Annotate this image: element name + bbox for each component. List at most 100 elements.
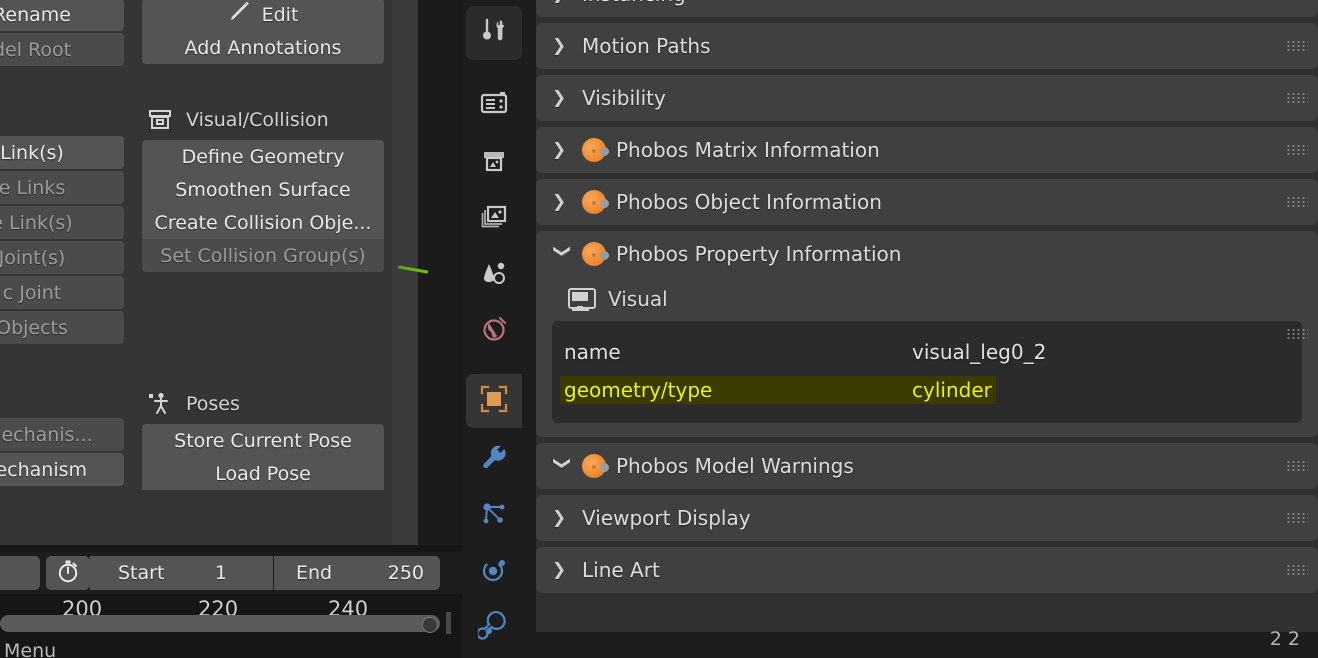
table-row[interactable]: geometry/type cylinder xyxy=(560,371,1294,409)
submechanism-button[interactable]: omechanis... xyxy=(0,418,124,451)
sidebar-item-view-layer[interactable] xyxy=(466,192,522,246)
menu-label[interactable]: Menu xyxy=(4,640,56,658)
table-row[interactable]: name visual_leg0_2 xyxy=(560,333,1294,371)
frame-end-field[interactable]: End 250 xyxy=(274,556,440,590)
panel-viewport-display-header[interactable]: ❯ Viewport Display xyxy=(536,495,1318,541)
panel-drag-grip[interactable] xyxy=(1286,328,1308,340)
panel-visibility-header[interactable]: ❯ Visibility xyxy=(536,75,1318,121)
panel-drag-grip[interactable] xyxy=(1286,564,1308,576)
phobos-moon-icon xyxy=(582,138,609,162)
sidebar-item-physics[interactable] xyxy=(466,545,522,599)
panel-viewport-display-title: Viewport Display xyxy=(582,506,751,530)
sidebar-item-tool[interactable] xyxy=(466,6,522,60)
pose-figure-icon xyxy=(144,391,176,417)
frame-start-label: Start xyxy=(118,562,165,584)
panel-drag-grip[interactable] xyxy=(1286,512,1308,524)
phobos-tool-panel: Rename del Root atics Link(s) e Links e … xyxy=(0,0,392,545)
store-current-pose-button[interactable]: Store Current Pose xyxy=(142,424,384,457)
chevron-right-icon: ❯ xyxy=(552,560,567,580)
smoothen-surface-button[interactable]: Smoothen Surface xyxy=(142,173,384,206)
stopwatch-icon xyxy=(55,558,81,589)
chevron-down-icon: ❯ xyxy=(552,244,572,259)
panel-phobos-object-information[interactable]: ❯ Phobos Object Information xyxy=(536,179,1318,225)
poses-group-label: Poses xyxy=(186,393,240,415)
panel-phobos-object-information-header[interactable]: ❯ Phobos Object Information xyxy=(536,179,1318,225)
sidebar-item-output[interactable] xyxy=(466,136,522,190)
property-value: cylinder xyxy=(908,376,996,404)
property-key: geometry/type xyxy=(560,376,908,404)
define-geometry-button[interactable]: Define Geometry xyxy=(142,140,384,173)
viewport-shading-strip xyxy=(392,0,418,545)
panel-motion-paths[interactable]: ❯ Motion Paths xyxy=(536,23,1318,69)
visual-section-label: Visual xyxy=(608,287,668,311)
panel-phobos-matrix-information-header[interactable]: ❯ Phobos Matrix Information xyxy=(536,127,1318,173)
panel-phobos-property-information[interactable]: ❯ Phobos Property Information Visual nam… xyxy=(536,231,1318,437)
chevron-right-icon: ❯ xyxy=(552,88,567,108)
set-collision-groups-button[interactable]: Set Collision Group(s) xyxy=(142,239,384,272)
panel-drag-grip[interactable] xyxy=(1286,144,1308,156)
chevron-right-icon: ❯ xyxy=(552,192,567,212)
timeline-horizontal-scrollbar[interactable] xyxy=(0,615,440,632)
dynamic-joint-button[interactable]: c Joint xyxy=(0,276,124,309)
sidebar-item-world[interactable] xyxy=(466,304,522,358)
load-pose-button[interactable]: Load Pose xyxy=(142,457,384,490)
auto-keying-toggle[interactable] xyxy=(46,556,90,590)
panel-line-art-title: Line Art xyxy=(582,558,660,582)
panel-drag-grip[interactable] xyxy=(1286,460,1308,472)
mechanism-button[interactable]: mechanism xyxy=(0,453,124,486)
panel-phobos-matrix-information[interactable]: ❯ Phobos Matrix Information xyxy=(536,127,1318,173)
panel-drag-grip[interactable] xyxy=(1286,196,1308,208)
add-annotations-button[interactable]: Add Annotations xyxy=(142,31,384,64)
sidebar-item-render[interactable] xyxy=(466,78,522,132)
phobos-panel-column-left: Rename del Root atics Link(s) e Links e … xyxy=(0,0,124,488)
tool-screwdriver-wrench-icon xyxy=(477,14,511,52)
merge-links-button[interactable]: e Links xyxy=(0,171,124,204)
panel-phobos-property-information-title: Phobos Property Information xyxy=(616,242,902,266)
constraint-clamp-icon xyxy=(476,609,510,645)
panel-line-art[interactable]: ❯ Line Art xyxy=(536,547,1318,593)
sidebar-item-object[interactable] xyxy=(466,374,522,428)
panel-phobos-model-warnings-header[interactable]: ❯ Phobos Model Warnings xyxy=(536,443,1318,489)
property-value: visual_leg0_2 xyxy=(912,340,1047,364)
panel-viewport-display[interactable]: ❯ Viewport Display xyxy=(536,495,1318,541)
sidebar-item-scene[interactable] xyxy=(466,248,522,302)
sidebar-item-modifiers[interactable] xyxy=(466,432,522,486)
sidebar-item-constraints[interactable] xyxy=(466,600,522,654)
panel-instancing[interactable]: ❯ Instancing xyxy=(536,0,1318,17)
panel-phobos-model-warnings[interactable]: ❯ Phobos Model Warnings xyxy=(536,443,1318,489)
panel-drag-grip[interactable] xyxy=(1286,40,1308,52)
dissolve-links-button[interactable]: e Link(s) xyxy=(0,206,124,239)
panel-instancing-header[interactable]: ❯ Instancing xyxy=(536,0,1318,17)
create-links-button[interactable]: Link(s) xyxy=(0,136,124,169)
model-root-button[interactable]: del Root xyxy=(0,33,124,66)
frame-start-field[interactable]: Start 1 xyxy=(90,556,273,590)
panel-line-art-header[interactable]: ❯ Line Art xyxy=(536,547,1318,593)
rename-button[interactable]: Rename xyxy=(0,0,124,31)
timeline-playback-stub[interactable] xyxy=(0,556,40,590)
frame-end-value: 250 xyxy=(387,562,424,584)
define-joints-button[interactable]: Joint(s) xyxy=(0,241,124,274)
properties-editor: ❯ Instancing ❯ Motion Paths ❯ Visibility… xyxy=(536,0,1318,658)
sidebar-item-particles[interactable] xyxy=(466,488,522,542)
globe-icon xyxy=(478,313,510,349)
timeline-edge-marker xyxy=(446,612,451,634)
edit-button[interactable]: Edit xyxy=(142,0,384,31)
properties-status-bar: 2 2 xyxy=(536,628,1318,658)
panel-drag-grip[interactable] xyxy=(1286,92,1308,104)
timeline-scrollbar-handle[interactable] xyxy=(422,617,438,633)
panel-motion-paths-header[interactable]: ❯ Motion Paths xyxy=(536,23,1318,69)
visual-section-header: Visual xyxy=(552,277,1302,321)
chevron-right-icon: ❯ xyxy=(552,0,572,4)
property-table: name visual_leg0_2 geometry/type cylinde… xyxy=(552,321,1302,423)
panel-visibility[interactable]: ❯ Visibility xyxy=(536,75,1318,121)
create-collision-objects-button[interactable]: Create Collision Obje... xyxy=(142,206,384,239)
viewport-3d[interactable] xyxy=(392,0,462,545)
chevron-down-icon: ❯ xyxy=(552,456,572,471)
name-objects-button[interactable]: Objects xyxy=(0,311,124,344)
phobos-moon-icon xyxy=(582,190,609,214)
panel-phobos-property-information-header[interactable]: ❯ Phobos Property Information xyxy=(536,231,1318,277)
panel-phobos-model-warnings-title: Phobos Model Warnings xyxy=(616,454,854,478)
edit-button-label: Edit xyxy=(261,3,299,26)
panel-phobos-object-information-title: Phobos Object Information xyxy=(616,190,882,214)
chevron-right-icon: ❯ xyxy=(552,36,567,56)
